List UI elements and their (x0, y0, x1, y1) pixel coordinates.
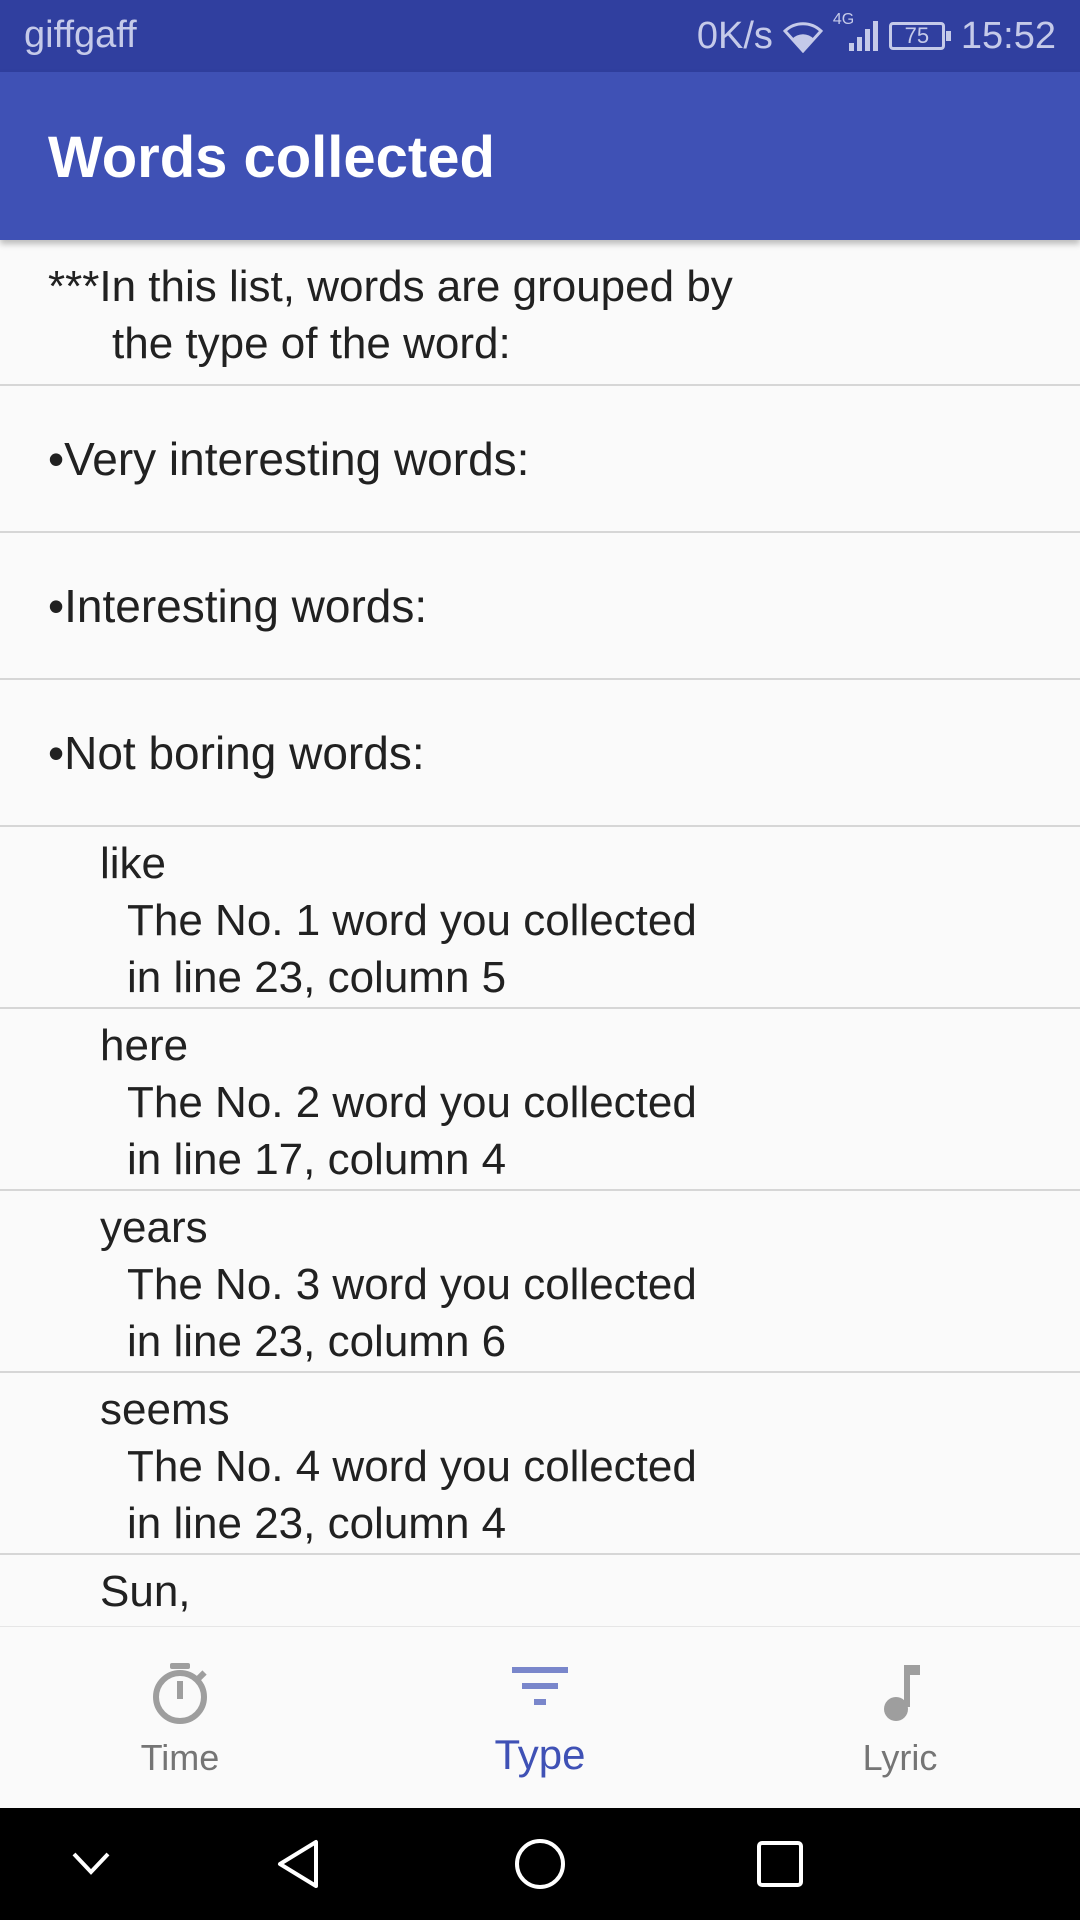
wifi-icon (782, 19, 823, 53)
word-text: here (100, 1021, 189, 1070)
list-item[interactable]: years The No. 3 word you collected in li… (0, 1191, 1080, 1373)
screen: giffgaff 0K/s 4G 75 15:52 Words collecte… (0, 0, 1080, 1920)
word-rank: The No. 4 word you collected (127, 1442, 697, 1491)
nav-label-lyric: Lyric (862, 1737, 938, 1778)
network-speed: 0K/s (696, 14, 773, 57)
signal-icon: 4G (833, 11, 879, 53)
intro-note: ***In this list, words are grouped by th… (0, 240, 1080, 386)
home-icon[interactable] (512, 1836, 568, 1897)
carrier-label: giffgaff (24, 14, 137, 56)
recent-apps-icon[interactable] (752, 1836, 808, 1897)
word-location: in line 23, column 5 (127, 953, 507, 1002)
word-list[interactable]: ***In this list, words are grouped by th… (0, 240, 1080, 1626)
status-bar: giffgaff 0K/s 4G 75 15:52 (0, 0, 1080, 72)
section-not-boring[interactable]: •Not boring words: (0, 680, 1080, 827)
section-label: •Interesting words: (48, 579, 428, 632)
section-label: •Very interesting words: (48, 432, 530, 485)
app-bar: Words collected (0, 72, 1080, 240)
system-navigation-bar (0, 1808, 1080, 1920)
word-text: seems (100, 1385, 230, 1434)
list-item[interactable]: Sun, (0, 1555, 1080, 1626)
word-rank: The No. 3 word you collected (127, 1260, 697, 1309)
page-title: Words collected (48, 125, 495, 190)
music-note-icon (868, 1661, 932, 1730)
intro-line-1: ***In this list, words are grouped by (48, 262, 733, 311)
battery-level: 75 (904, 23, 930, 48)
section-label: •Not boring words: (48, 726, 425, 779)
nav-label-type: Type (494, 1731, 586, 1778)
back-icon[interactable] (272, 1836, 328, 1897)
section-very-interesting[interactable]: •Very interesting words: (0, 386, 1080, 533)
word-rank: The No. 1 word you collected (127, 896, 697, 945)
list-item[interactable]: seems The No. 4 word you collected in li… (0, 1373, 1080, 1555)
word-location: in line 23, column 6 (127, 1317, 507, 1366)
bottom-navigation: Time Type Lyric (0, 1626, 1080, 1809)
clock: 15:52 (960, 14, 1056, 57)
word-location: in line 23, column 4 (127, 1499, 507, 1548)
network-type: 4G (832, 11, 855, 28)
status-icons: 0K/s 4G 75 15:52 (696, 11, 1056, 60)
word-text: like (100, 839, 167, 888)
list-item[interactable]: like The No. 1 word you collected in lin… (0, 827, 1080, 1009)
list-item[interactable]: here The No. 2 word you collected in lin… (0, 1009, 1080, 1191)
word-rank: The No. 2 word you collected (127, 1078, 697, 1127)
word-text: Sun, (100, 1567, 191, 1616)
nav-tab-type[interactable]: Type (360, 1627, 720, 1809)
timer-icon (148, 1661, 212, 1730)
battery-icon: 75 (888, 22, 951, 50)
intro-line-2: the type of the word: (112, 319, 511, 368)
nav-tab-lyric[interactable]: Lyric (720, 1627, 1080, 1809)
collapse-chevron-icon[interactable] (66, 1844, 116, 1889)
word-text: years (100, 1203, 208, 1252)
nav-tab-time[interactable]: Time (0, 1627, 360, 1809)
filter-icon (508, 1661, 572, 1716)
section-interesting[interactable]: •Interesting words: (0, 533, 1080, 680)
nav-label-time: Time (140, 1737, 220, 1778)
word-location: in line 17, column 4 (127, 1135, 507, 1184)
